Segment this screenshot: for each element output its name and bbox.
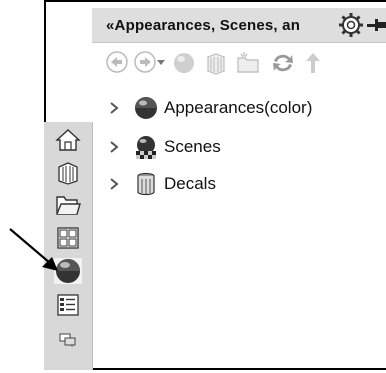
custom-properties-icon <box>57 294 79 316</box>
scene-icon <box>136 136 156 159</box>
chevron-right-icon[interactable] <box>108 140 120 154</box>
forward-dropdown-icon[interactable] <box>134 51 166 73</box>
appearance-sphere-icon <box>135 97 157 119</box>
tree-item-label: Decals <box>164 174 216 193</box>
gear-icon[interactable] <box>338 12 364 38</box>
tree-item-scenes[interactable]: Scenes <box>108 135 221 159</box>
tree-item-decals[interactable]: Decals <box>108 172 216 196</box>
appearance-sphere-icon[interactable] <box>172 51 196 75</box>
forum-icon <box>59 333 76 347</box>
design-library-icon <box>58 162 78 185</box>
tab-file-explorer[interactable] <box>54 192 82 218</box>
home-icon <box>55 129 81 151</box>
back-icon[interactable] <box>106 51 128 73</box>
up-arrow-icon[interactable] <box>304 51 322 75</box>
task-pane-toolbar <box>92 44 386 82</box>
decal-icon <box>137 172 155 196</box>
tab-design-library[interactable] <box>54 160 82 186</box>
task-pane-title: «Appearances, Scenes, an <box>106 17 301 34</box>
refresh-icon[interactable] <box>270 51 296 75</box>
tab-forum[interactable] <box>54 327 82 353</box>
book-icon[interactable] <box>204 51 228 75</box>
callout-arrow <box>9 228 58 271</box>
new-folder-icon[interactable] <box>236 51 262 75</box>
task-pane-title-bar: «Appearances, Scenes, an <box>92 8 386 43</box>
tree-item-label: Scenes <box>164 137 221 156</box>
pin-icon[interactable] <box>367 15 386 35</box>
file-explorer-icon <box>56 196 81 215</box>
tab-custom-properties[interactable] <box>54 292 82 318</box>
chevron-right-icon[interactable] <box>108 101 120 115</box>
tree-item-label: Appearances(color) <box>164 98 313 117</box>
tab-home[interactable] <box>54 127 82 153</box>
tree-item-appearances[interactable]: Appearances(color) <box>108 96 312 120</box>
title-arrow-icon[interactable]: « <box>106 17 115 34</box>
chevron-right-icon[interactable] <box>108 177 120 191</box>
